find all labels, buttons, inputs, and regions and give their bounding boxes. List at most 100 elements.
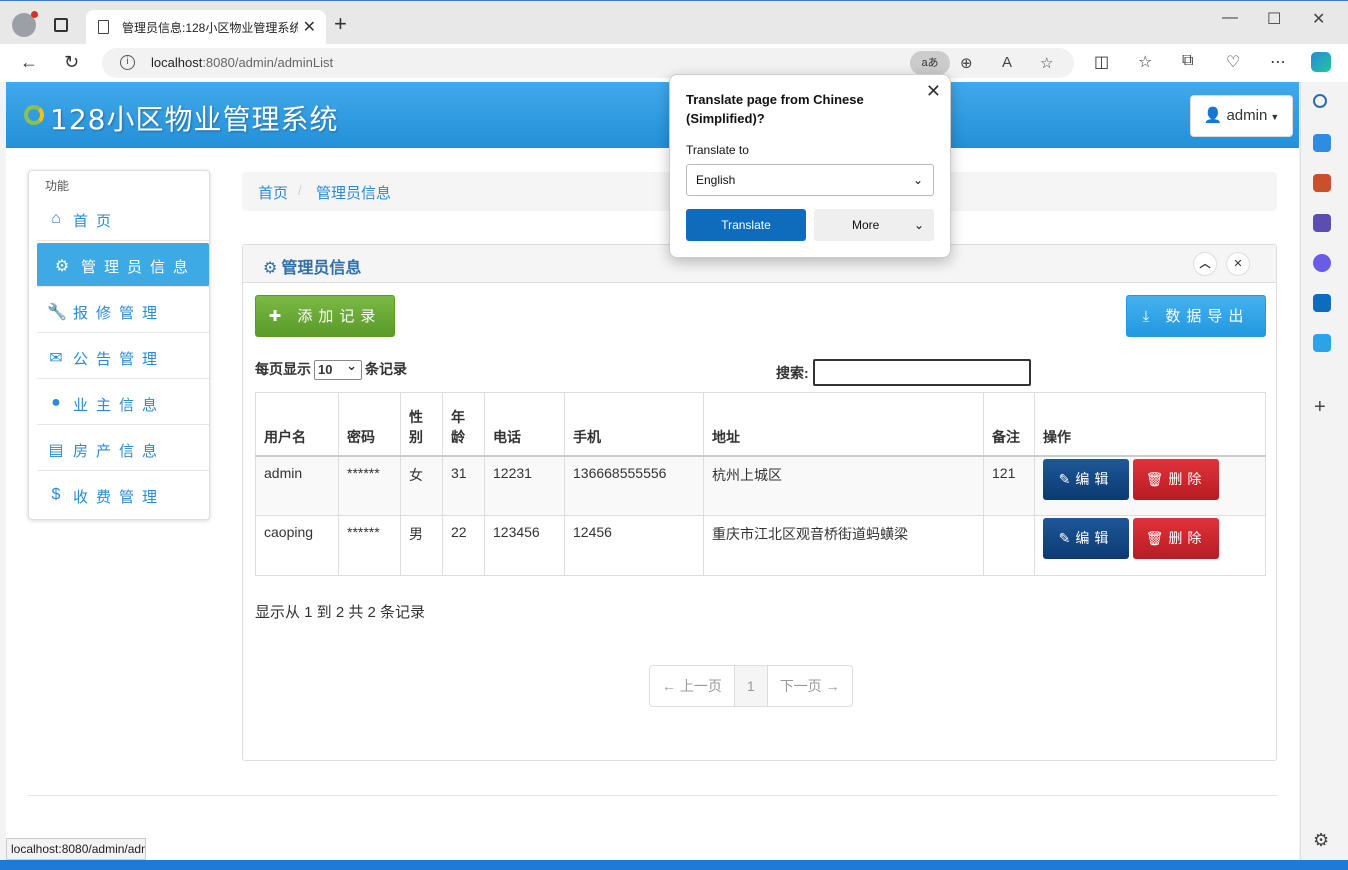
page-number-button[interactable]: 1 — [734, 666, 768, 706]
edit-button[interactable]: ✎编辑 — [1043, 518, 1129, 559]
outlook-icon[interactable] — [1313, 294, 1331, 312]
sidebar-item-fees[interactable]: $ 收费管理 — [37, 473, 209, 517]
cell-actions: ✎编辑 🗑删除 — [1034, 515, 1266, 576]
cell-gender: 男 — [400, 515, 443, 576]
chevron-down-icon: ⌄ — [913, 218, 924, 232]
url-text[interactable]: localhost:8080/admin/adminList — [151, 55, 333, 70]
cell-username: admin — [255, 455, 339, 516]
tools-icon[interactable] — [1313, 174, 1331, 192]
export-data-button[interactable]: ⤓ 数据导出 — [1126, 295, 1266, 337]
taskbar-strip — [0, 860, 1348, 870]
translate-popup-title: Translate page from Chinese (Simplified)… — [686, 92, 864, 126]
cell-actions: ✎编辑 🗑删除 — [1034, 455, 1266, 516]
collapse-icon[interactable]: ︿ — [1193, 252, 1217, 276]
sidebar-item-repair[interactable]: 🔧 报修管理 — [37, 289, 209, 333]
prev-page-button[interactable]: ← 上一页 — [650, 666, 735, 706]
translate-to-label: Translate to — [686, 143, 749, 157]
pagination: ← 上一页 1 下一页 → — [649, 665, 853, 707]
sidebar-item-notice[interactable]: ✉ 公告管理 — [37, 335, 209, 379]
delete-button[interactable]: 🗑删除 — [1133, 458, 1219, 500]
breadcrumb-home-link[interactable]: 首页 — [258, 182, 288, 203]
cell-age: 22 — [442, 515, 485, 576]
add-sidebar-app-icon[interactable]: + — [1314, 396, 1326, 419]
header-password[interactable]: 密码 — [338, 392, 401, 457]
window-close-icon[interactable]: ✕ — [1312, 9, 1325, 29]
admin-table: 用户名 密码 性别 年龄 电话 手机 地址 备注 操作 admin ****** — [255, 392, 1266, 576]
app-logo-icon — [24, 105, 44, 125]
sidebar-item-label: 首页 — [73, 213, 120, 230]
table-row: caoping ****** 男 22 123456 12456 重庆市江北区观… — [255, 515, 1266, 576]
site-info-icon[interactable]: i — [120, 55, 135, 70]
zoom-icon[interactable]: ⊕ — [960, 54, 973, 72]
close-icon[interactable]: ✕ — [926, 81, 941, 102]
user-menu-button[interactable]: 👤 admin ▼ — [1190, 95, 1293, 137]
next-page-button[interactable]: 下一页 → — [768, 666, 852, 706]
games-icon[interactable] — [1313, 214, 1331, 232]
header-username[interactable]: 用户名 — [255, 392, 339, 457]
drop-send-icon[interactable] — [1313, 334, 1331, 352]
sidebar-item-owner[interactable]: ● 业主信息 — [37, 381, 209, 425]
table-row: admin ****** 女 31 12231 136668555556 杭州上… — [255, 455, 1266, 516]
header-mobile[interactable]: 手机 — [564, 392, 704, 457]
gear-icon: ⚙ — [54, 258, 70, 275]
edit-button[interactable]: ✎编辑 — [1043, 458, 1129, 500]
more-button[interactable]: More ⌄ — [814, 209, 934, 241]
read-aloud-icon[interactable]: A — [1002, 54, 1012, 71]
add-record-button[interactable]: ✚ 添加记录 — [255, 295, 395, 337]
delete-button[interactable]: 🗑删除 — [1133, 518, 1219, 559]
back-icon[interactable]: ← — [20, 52, 38, 72]
trash-icon: 🗑 — [1145, 530, 1169, 546]
tab-title: 管理员信息:128小区物业管理系统 — [122, 21, 298, 35]
minimize-icon[interactable]: — — [1222, 9, 1238, 27]
translate-button[interactable]: Translate — [686, 209, 806, 241]
maximize-icon[interactable]: ☐ — [1267, 9, 1281, 29]
page-size-select[interactable]: 10 — [314, 357, 362, 381]
favorites-icon[interactable]: ☆ — [1138, 52, 1152, 72]
sidebar-item-property[interactable]: ▤ 房产信息 — [37, 427, 209, 471]
shopping-tag-icon[interactable] — [1313, 134, 1331, 152]
sidebar-item-home[interactable]: ⌂ 首页 — [37, 197, 209, 241]
header-note[interactable]: 备注 — [983, 392, 1035, 457]
admin-panel: ⚙管理员信息 ︿ ✕ ✚ 添加记录 ⤓ 数据导出 每页显示10条记录 搜索: 用… — [242, 244, 1277, 761]
tab-actions-icon[interactable] — [54, 18, 68, 32]
search-icon[interactable] — [1313, 94, 1327, 108]
trash-icon: 🗑 — [1145, 470, 1169, 487]
microsoft-365-icon[interactable] — [1313, 254, 1331, 272]
browser-tab[interactable]: 管理员信息:128小区物业管理系统 ✕ — [86, 10, 326, 45]
sidebar-item-label: 房产信息 — [73, 443, 166, 460]
collections-icon[interactable]: ⧉ — [1182, 52, 1193, 70]
profile-avatar-icon[interactable] — [12, 11, 38, 37]
panel-title: ⚙ 管理员信息 — [263, 260, 362, 277]
header-gender[interactable]: 性别 — [400, 392, 443, 457]
page-file-icon — [98, 20, 109, 34]
breadcrumb-current[interactable]: 管理员信息 — [316, 182, 391, 203]
refresh-icon[interactable]: ↻ — [64, 52, 79, 72]
wrench-icon: 🔧 — [47, 304, 67, 321]
edge-sidebar: + ⚙ — [1300, 82, 1348, 870]
new-tab-icon[interactable]: + — [334, 13, 347, 35]
browser-essentials-icon[interactable]: ♡ — [1226, 52, 1240, 72]
translate-icon[interactable]: aあ — [910, 51, 950, 75]
cell-phone: 123456 — [484, 515, 565, 576]
user-name: admin — [1226, 107, 1268, 124]
favorite-star-icon[interactable]: ☆ — [1040, 54, 1053, 72]
header-address[interactable]: 地址 — [703, 392, 984, 457]
home-icon: ⌂ — [51, 210, 61, 227]
chevron-down-icon: ⌄ — [912, 173, 923, 187]
copilot-icon[interactable] — [1311, 52, 1331, 72]
gear-icon: ⚙ — [263, 260, 278, 277]
language-select[interactable]: English ⌄ — [686, 164, 934, 196]
sidebar-item-label: 管理员信息 — [81, 259, 197, 276]
close-icon[interactable]: ✕ — [1226, 252, 1250, 276]
tab-close-icon[interactable]: ✕ — [303, 17, 316, 37]
header-phone[interactable]: 电话 — [484, 392, 565, 457]
cell-mobile: 12456 — [564, 515, 704, 576]
more-menu-icon[interactable]: ⋯ — [1270, 52, 1286, 72]
search-input[interactable] — [813, 359, 1031, 386]
sidebar-item-admin-info[interactable]: ⚙ 管理员信息 — [37, 243, 209, 287]
user-icon: ● — [51, 394, 61, 411]
sidebar-settings-icon[interactable]: ⚙ — [1313, 830, 1329, 851]
split-screen-icon[interactable]: ◫ — [1094, 52, 1109, 72]
translate-popup: Translate page from Chinese (Simplified)… — [669, 74, 951, 258]
header-age[interactable]: 年龄 — [442, 392, 485, 457]
